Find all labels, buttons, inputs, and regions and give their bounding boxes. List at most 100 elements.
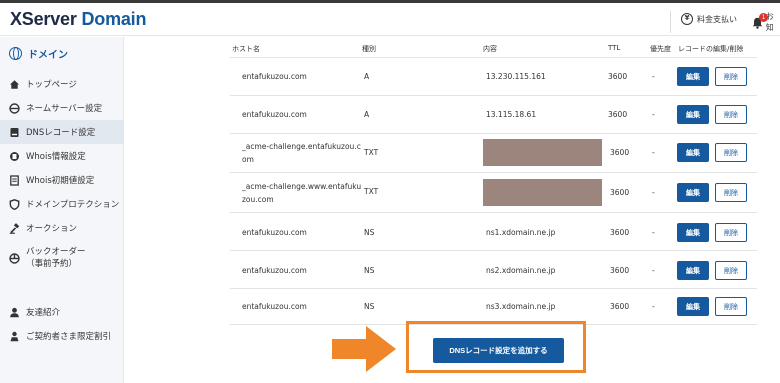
edit-button[interactable]: 編集 xyxy=(677,297,709,316)
shield-icon xyxy=(9,198,20,210)
sidebar-item-label: ネームサーバー設定 xyxy=(26,104,103,114)
column-header-type: 種別 xyxy=(362,45,376,53)
sidebar-item-label: ご契約者さま限定割引 xyxy=(26,332,112,342)
sidebar-item-top[interactable]: トップページ xyxy=(0,72,124,96)
delete-button[interactable]: 削除 xyxy=(715,183,747,202)
notice-button[interactable]: 1 お知 xyxy=(752,11,780,33)
sidebar-item-label: Whois情報設定 xyxy=(26,152,86,162)
cell-priority: - xyxy=(652,302,655,311)
cell-priority: - xyxy=(652,110,655,119)
sidebar-item-label: トップページ xyxy=(26,80,77,90)
notice-badge: 1 xyxy=(759,13,768,22)
top-bar: XServer Domain ¥ 料金支払い 1 お知 xyxy=(0,0,780,36)
dns-icon xyxy=(10,127,19,137)
delete-button[interactable]: 削除 xyxy=(715,261,747,280)
sidebar: ドメイン トップページ ネームサーバー設定 DNSレコード設定 Whois情報設… xyxy=(0,37,124,383)
sidebar-item-auction[interactable]: オークション xyxy=(0,216,124,240)
delete-button[interactable]: 削除 xyxy=(715,223,747,242)
notice-label: お知 xyxy=(765,12,774,32)
column-header-actions: レコードの編集/削除 xyxy=(678,45,744,53)
cell-ttl: 3600 xyxy=(610,228,630,237)
discount-icon xyxy=(10,331,19,341)
cell-content: 13.230.115.161 xyxy=(486,72,546,81)
delete-button[interactable]: 削除 xyxy=(715,105,747,124)
cell-host: _acme-challenge.entafukuzou.c om xyxy=(242,142,361,164)
cell-type: NS xyxy=(364,266,375,275)
cell-priority: - xyxy=(652,188,655,197)
edit-button[interactable]: 編集 xyxy=(677,223,709,242)
column-header-priority: 優先度 xyxy=(650,45,671,53)
sidebar-item-protection[interactable]: ドメインプロテクション xyxy=(0,192,124,216)
delete-button[interactable]: 削除 xyxy=(715,67,747,86)
masked-content xyxy=(483,179,602,206)
row-divider xyxy=(230,212,757,213)
cell-host: entafukuzou.com xyxy=(242,72,307,81)
divider xyxy=(670,11,671,33)
cell-priority: - xyxy=(652,266,655,275)
cell-type: TXT xyxy=(364,148,379,157)
cell-priority: - xyxy=(652,228,655,237)
sidebar-item-whois[interactable]: Whois情報設定 xyxy=(0,144,124,168)
sidebar-item-whois-default[interactable]: Whois初期値設定 xyxy=(0,168,124,192)
edit-button[interactable]: 編集 xyxy=(677,183,709,202)
edit-button[interactable]: 編集 xyxy=(677,143,709,162)
cell-type: A xyxy=(364,110,370,119)
cell-ttl: 3600 xyxy=(610,266,630,275)
row-divider xyxy=(230,250,757,251)
cell-ttl: 3600 xyxy=(608,110,628,119)
edit-button[interactable]: 編集 xyxy=(677,105,709,124)
add-dns-record-button[interactable]: DNSレコード設定を追加する xyxy=(433,338,564,363)
edit-button[interactable]: 編集 xyxy=(677,67,709,86)
sidebar-heading: ドメイン xyxy=(9,46,68,61)
cell-content: ns2.xdomain.ne.jp xyxy=(486,266,556,275)
cell-host: _acme-challenge.www.entafuku zou.com xyxy=(242,182,362,204)
edit-button[interactable]: 編集 xyxy=(677,261,709,280)
auction-icon xyxy=(9,222,20,234)
cell-host: entafukuzou.com xyxy=(242,228,307,237)
home-icon xyxy=(10,79,19,89)
whois-icon xyxy=(10,151,19,161)
cell-ttl: 3600 xyxy=(610,302,630,311)
cell-type: TXT xyxy=(364,187,379,196)
sidebar-heading-label: ドメイン xyxy=(28,50,68,61)
cell-type: A xyxy=(364,72,370,81)
column-header-ttl: TTL xyxy=(608,44,621,52)
header-divider xyxy=(230,57,757,58)
cell-priority: - xyxy=(652,72,655,81)
row-divider xyxy=(230,133,757,134)
row-divider xyxy=(230,172,757,173)
cell-priority: - xyxy=(652,148,655,157)
sidebar-item-label: 友達紹介 xyxy=(26,308,61,318)
logo[interactable]: XServer Domain xyxy=(10,9,146,30)
cell-content: ns1.xdomain.ne.jp xyxy=(486,228,556,237)
column-header-host: ホスト名 xyxy=(232,45,260,53)
sidebar-item-dns-record[interactable]: DNSレコード設定 xyxy=(0,120,124,144)
delete-button[interactable]: 削除 xyxy=(715,297,747,316)
cell-type: NS xyxy=(364,302,375,311)
pay-label: 料金支払い xyxy=(697,14,737,24)
logo-accent: Domain xyxy=(81,9,147,29)
sidebar-item-label: ドメインプロテクション xyxy=(26,200,120,210)
sidebar-item-nameserver[interactable]: ネームサーバー設定 xyxy=(0,96,124,120)
row-divider xyxy=(230,95,757,96)
sidebar-item-label: DNSレコード設定 xyxy=(26,128,96,138)
row-divider xyxy=(230,288,757,289)
sidebar-item-discount[interactable]: ご契約者さま限定割引 xyxy=(0,324,124,348)
cell-host: entafukuzou.com xyxy=(242,110,307,119)
sidebar-item-label: Whois初期値設定 xyxy=(26,176,95,186)
cell-type: NS xyxy=(364,228,375,237)
masked-content xyxy=(483,139,602,166)
delete-button[interactable]: 削除 xyxy=(715,143,747,162)
cell-content: ns3.xdomain.ne.jp xyxy=(486,302,556,311)
sidebar-item-referral[interactable]: 友達紹介 xyxy=(0,300,124,324)
cell-content: 13.115.18.61 xyxy=(486,110,537,119)
server-icon xyxy=(9,102,20,114)
yen-circle-icon: ¥ xyxy=(681,13,693,25)
globe-icon xyxy=(9,47,22,60)
column-header-content: 内容 xyxy=(483,45,497,53)
cell-host: entafukuzou.com xyxy=(242,302,307,311)
pay-button[interactable]: ¥ 料金支払い xyxy=(681,13,737,25)
sidebar-item-backorder[interactable]: バックオーダー （事前予約） xyxy=(0,243,124,273)
cell-ttl: 3600 xyxy=(610,188,630,197)
bell-icon: 1 xyxy=(752,13,768,29)
